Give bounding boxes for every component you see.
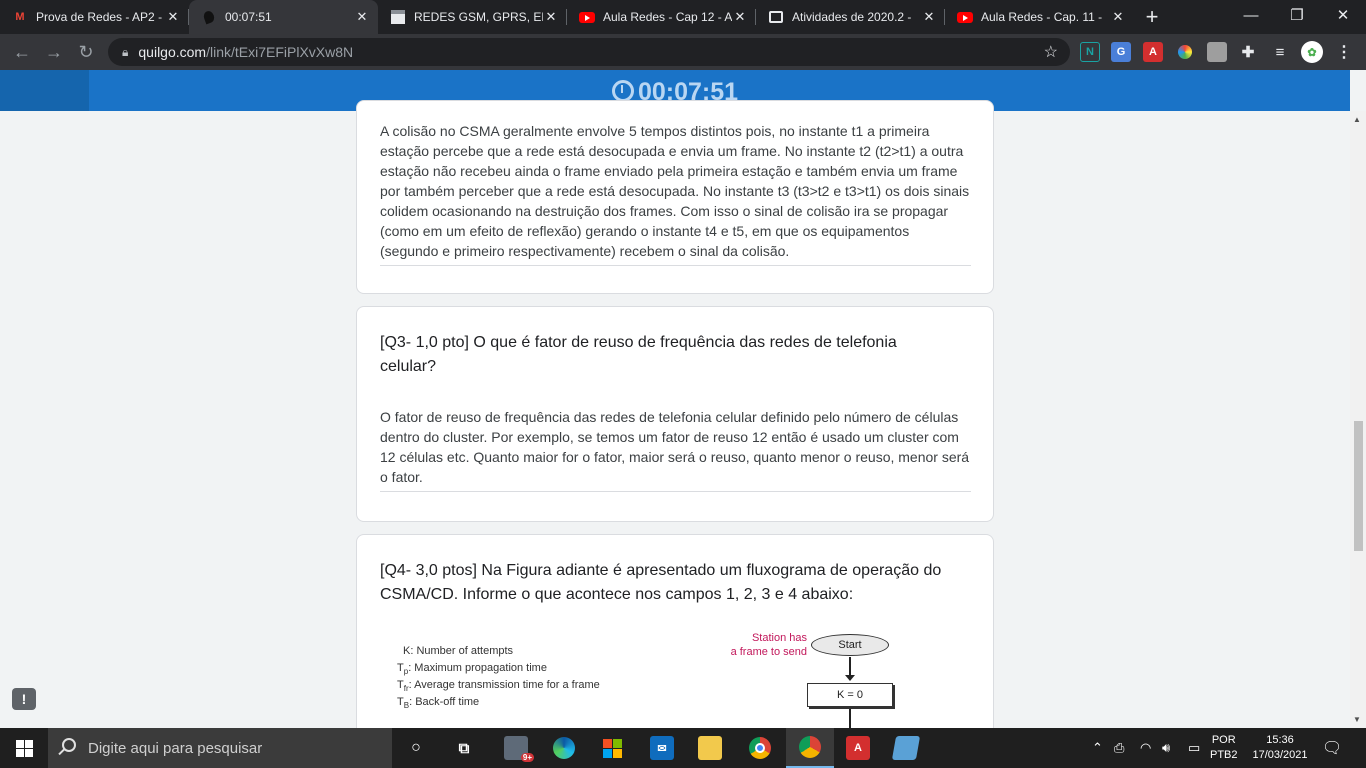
cortana-icon[interactable]: ○ (404, 736, 428, 760)
notifications-app-icon[interactable]: 9+ (504, 736, 534, 762)
tab-quilgo[interactable]: 00:07:51 ✕ (189, 0, 378, 34)
acrobat-icon[interactable]: A (846, 736, 870, 760)
action-center-icon[interactable]: 🗨︎ (1322, 728, 1342, 768)
flowchart-start: Start (811, 634, 889, 656)
url-host: quilgo.com (138, 44, 207, 60)
page-content: 00:07:51 A colisão no CSMA geralmente en… (0, 70, 1366, 728)
tab-youtube-cap12[interactable]: Aula Redes - Cap 12 - A ✕ (567, 0, 756, 34)
legend-tfr: Tfr: Average transmission time for a fra… (397, 679, 600, 694)
close-icon[interactable]: ✕ (732, 9, 748, 25)
legend-tb: TB: Back-off time (397, 696, 480, 711)
browser-toolbar: ← → ↻ 🔒︎ quilgo.com/link/tExi7EFiPlXvXw8… (0, 34, 1366, 70)
bookmark-star-icon[interactable]: ☆ (1044, 42, 1058, 62)
clock-time: 15:36 (1266, 734, 1294, 746)
station-label: Station has a frame to send (730, 632, 807, 658)
scroll-down-icon[interactable]: ▼ (1353, 715, 1361, 724)
question-text-q3: [Q3- 1,0 pto] O que é fator de reuso de … (380, 334, 897, 375)
windows-start-button[interactable] (0, 728, 48, 768)
answer-text-q3[interactable]: O fator de reuso de frequência das redes… (380, 407, 971, 492)
notification-badge: 9+ (520, 753, 534, 762)
legend-k: K: Number of attempts (403, 645, 514, 657)
file-explorer-icon[interactable] (698, 736, 722, 760)
scroll-up-icon[interactable]: ▲ (1353, 115, 1361, 124)
question-text-q4: [Q4- 3,0 ptos] Na Figura adiante é apres… (380, 562, 942, 603)
battery-icon[interactable]: ▭ (1188, 728, 1200, 768)
tab-classroom[interactable]: Atividades de 2020.2 - ✕ (756, 0, 945, 34)
store-icon[interactable] (600, 736, 624, 760)
page-scrollbar[interactable]: ▲ ▼ (1350, 111, 1366, 728)
flowchart-figure: K: Number of attempts Tp: Maximum propag… (387, 631, 947, 728)
profile-avatar[interactable]: ✿ (1301, 41, 1323, 63)
close-icon[interactable]: ✕ (921, 9, 937, 25)
google-translate-icon[interactable]: G (1111, 42, 1131, 62)
youtube-icon (579, 9, 595, 25)
tab-redes-gsm[interactable]: REDES GSM, GPRS, EDG ✕ (378, 0, 567, 34)
tab-title: Prova de Redes - AP2 - (36, 10, 163, 24)
close-icon[interactable]: ✕ (543, 9, 559, 25)
windows-logo-icon (15, 739, 33, 757)
restore-button[interactable]: ❐ (1274, 0, 1320, 30)
tab-strip: M Prova de Redes - AP2 - ✕ 00:07:51 ✕ RE… (0, 0, 1366, 34)
tab-title: REDES GSM, GPRS, EDG (414, 10, 543, 24)
device-icon[interactable]: ⎙ (1114, 728, 1124, 768)
clock-icon (611, 80, 634, 102)
tab-title: 00:07:51 (225, 10, 272, 24)
color-extension-icon[interactable] (1175, 42, 1195, 62)
new-tab-button[interactable]: + (1134, 0, 1170, 34)
taskbar-search-box[interactable]: Digite aqui para pesquisar (48, 728, 392, 768)
legend-tp: Tp: Maximum propagation time (397, 662, 547, 677)
close-icon[interactable]: ✕ (1110, 9, 1126, 25)
edge-browser-icon[interactable] (552, 736, 576, 760)
tab-title: Aula Redes - Cap. 11 - (981, 10, 1103, 24)
tab-youtube-cap11[interactable]: Aula Redes - Cap. 11 - ✕ (945, 0, 1134, 34)
pdf-extension-icon[interactable]: A (1143, 42, 1163, 62)
flowchart-k0-box: K = 0 (807, 683, 893, 707)
answer-text-q2[interactable]: A colisão no CSMA geralmente envolve 5 t… (380, 121, 971, 266)
question-card-q2: A colisão no CSMA geralmente envolve 5 t… (356, 100, 994, 294)
clock-date-text: 17/03/2021 (1252, 749, 1308, 761)
close-icon[interactable]: ✕ (165, 9, 181, 25)
minimize-button[interactable]: — (1228, 0, 1274, 30)
question-card-q3: [Q3- 1,0 pto] O que é fator de reuso de … (356, 306, 994, 522)
extensions-puzzle-icon[interactable]: ✚ (1238, 42, 1258, 62)
app-icon[interactable] (891, 736, 921, 760)
tab-title: Atividades de 2020.2 - (792, 10, 912, 24)
search-placeholder: Digite aqui para pesquisar (88, 739, 263, 757)
media-control-icon[interactable]: ≡ (1270, 42, 1290, 62)
chrome-profile-icon-active[interactable] (786, 728, 834, 768)
flowchart-arrowhead (845, 675, 855, 681)
reload-button[interactable]: ↻ (70, 38, 102, 66)
question-card-q4: [Q4- 3,0 ptos] Na Figura adiante é apres… (356, 534, 994, 728)
back-button[interactable]: ← (6, 38, 38, 66)
clock-date[interactable]: 15:36 17/03/2021 (1250, 728, 1310, 768)
quilgo-icon (201, 9, 217, 25)
lock-icon: 🔒︎ (122, 44, 129, 59)
page-icon (390, 9, 406, 25)
windows-taskbar: Digite aqui para pesquisar ○ ⧉ 9+ ✉ A ⌃ … (0, 728, 1366, 768)
close-icon[interactable]: ✕ (354, 9, 370, 25)
extension-grey-icon[interactable] (1207, 42, 1227, 62)
tab-gmail[interactable]: M Prova de Redes - AP2 - ✕ (0, 0, 189, 34)
close-window-button[interactable]: ✕ (1320, 0, 1366, 30)
input-language[interactable]: POR PTB2 (1210, 728, 1238, 768)
chrome-menu-icon[interactable]: ⋮ (1334, 42, 1354, 62)
wifi-icon[interactable]: ◠ (1140, 728, 1151, 768)
flowchart-arrow (849, 709, 851, 728)
search-icon (62, 738, 76, 752)
address-bar[interactable]: 🔒︎ quilgo.com/link/tExi7EFiPlXvXw8N ☆ (108, 38, 1070, 66)
youtube-icon (957, 9, 973, 25)
chrome-icon[interactable] (748, 736, 772, 760)
tab-title: Aula Redes - Cap 12 - A (603, 10, 732, 24)
feedback-icon[interactable]: ! (12, 688, 36, 710)
show-hidden-icons[interactable]: ⌃ (1092, 728, 1103, 768)
extension-n-icon[interactable]: N (1080, 42, 1100, 62)
url-path: /link/tExi7EFiPlXvXw8N (206, 44, 354, 60)
classroom-icon (768, 9, 784, 25)
mail-icon[interactable]: ✉ (650, 736, 674, 760)
task-view-icon[interactable]: ⧉ (452, 736, 476, 760)
gmail-icon: M (15, 11, 25, 23)
volume-icon[interactable]: 🔊︎ (1162, 728, 1170, 768)
forward-button[interactable]: → (38, 38, 70, 66)
scrollbar-thumb[interactable] (1354, 421, 1363, 551)
